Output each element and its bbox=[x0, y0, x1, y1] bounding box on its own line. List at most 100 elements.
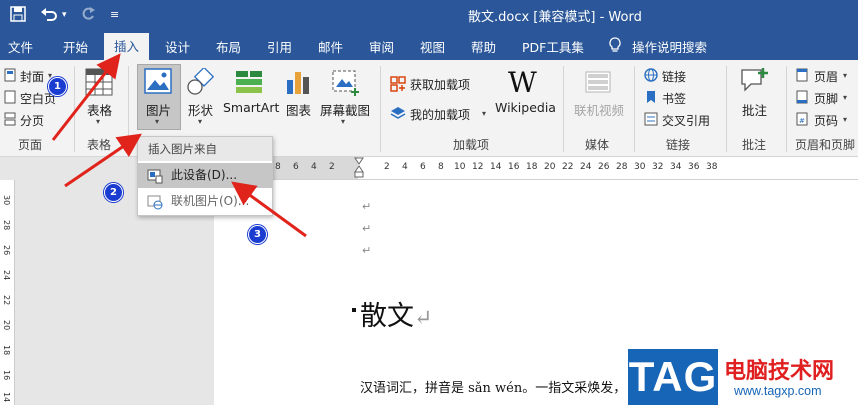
ruler-tick: 8 bbox=[438, 162, 444, 172]
chevron-down-icon[interactable]: ▾ bbox=[155, 117, 159, 126]
cover-page-button[interactable]: 封面 bbox=[20, 68, 44, 85]
chevron-down-icon[interactable]: ▾ bbox=[482, 109, 486, 118]
group-label-addins: 加载项 bbox=[453, 138, 490, 152]
insert-picture-menu: 插入图片来自 此设备(D)... 联机图片(O)... bbox=[137, 136, 273, 216]
ruler-tick: 4 bbox=[311, 162, 317, 172]
wikipedia-button[interactable]: Wikipedia bbox=[495, 100, 556, 115]
new-comment-button[interactable]: 批注 bbox=[742, 100, 767, 119]
ruler-tick: 26 bbox=[598, 162, 610, 172]
online-pictures-menu-item[interactable]: 联机图片(O)... bbox=[138, 189, 272, 214]
smartart-icon bbox=[234, 68, 264, 99]
divider bbox=[786, 66, 787, 152]
comment-icon bbox=[739, 66, 769, 99]
ruler-tick: 24 bbox=[2, 270, 11, 281]
bookmark-button[interactable]: 书签 bbox=[662, 90, 686, 107]
title-bar: ▾ ≡ 散文.docx [兼容模式] - Word bbox=[0, 0, 858, 30]
ruler-tick: 38 bbox=[706, 162, 718, 172]
chevron-down-icon[interactable]: ▾ bbox=[843, 93, 847, 102]
tab-file[interactable]: 文件 bbox=[8, 37, 33, 56]
ruler-tick: 6 bbox=[293, 162, 299, 172]
ruler-tick: 4 bbox=[402, 162, 408, 172]
divider bbox=[563, 66, 564, 152]
step-badge-3: 3 bbox=[248, 225, 267, 244]
header-button[interactable]: 页眉 bbox=[814, 68, 838, 85]
tab-references[interactable]: 引用 bbox=[267, 37, 292, 56]
undo-dropdown-icon[interactable]: ▾ bbox=[62, 6, 67, 24]
chevron-down-icon[interactable]: ▾ bbox=[198, 117, 202, 126]
logo-tag: TAG bbox=[628, 349, 718, 405]
chevron-down-icon[interactable]: ▾ bbox=[96, 117, 100, 126]
ruler-tick: 32 bbox=[652, 162, 664, 172]
logo-site-name: 电脑技术网 bbox=[724, 359, 835, 384]
this-device-menu-item[interactable]: 此设备(D)... bbox=[138, 163, 272, 188]
heading-text: 散文 bbox=[360, 301, 414, 332]
ruler-tick: 18 bbox=[526, 162, 538, 172]
header-icon bbox=[796, 68, 808, 85]
ruler-tick: 34 bbox=[670, 162, 682, 172]
ruler-tick: 8 bbox=[275, 162, 281, 172]
paragraph-mark: ↵ bbox=[362, 222, 372, 235]
chart-button[interactable]: 图表 bbox=[286, 100, 311, 119]
ruler-tick: 28 bbox=[2, 220, 11, 231]
group-label-tables: 表格 bbox=[87, 138, 112, 152]
page-break-button[interactable]: 分页 bbox=[20, 112, 44, 129]
link-icon bbox=[644, 68, 658, 85]
indent-marker-icon[interactable] bbox=[354, 157, 364, 182]
ruler-tick: 22 bbox=[2, 295, 11, 306]
ruler-tick: 6 bbox=[420, 162, 426, 172]
document-body-text[interactable]: 汉语词汇，拼音是 sǎn wén。一指文采焕发， bbox=[360, 377, 626, 396]
group-label-comments: 批注 bbox=[742, 138, 767, 152]
ruler-tick: 2 bbox=[384, 162, 390, 172]
get-addins-button[interactable]: 获取加载项 bbox=[410, 76, 470, 93]
step-badge-1: 1 bbox=[48, 77, 67, 96]
tab-pdf-tools[interactable]: PDF工具集 bbox=[522, 37, 584, 56]
page-number-icon: # bbox=[796, 112, 808, 129]
ruler-tick: 16 bbox=[508, 162, 520, 172]
tab-layout[interactable]: 布局 bbox=[216, 37, 241, 56]
divider bbox=[634, 66, 635, 152]
save-icon[interactable] bbox=[10, 6, 26, 27]
ruler-tick: 10 bbox=[454, 162, 466, 172]
document-heading[interactable]: 散文↵ bbox=[360, 294, 432, 333]
group-label-media: 媒体 bbox=[585, 138, 610, 152]
my-addins-icon bbox=[390, 106, 406, 125]
page-number-button[interactable]: 页码 bbox=[814, 112, 838, 129]
customize-qat-icon[interactable]: ≡ bbox=[110, 6, 119, 24]
tab-mailings[interactable]: 邮件 bbox=[318, 37, 343, 56]
tab-home[interactable]: 开始 bbox=[63, 37, 88, 56]
online-pictures-icon bbox=[147, 194, 163, 219]
ruler-tick: 16 bbox=[2, 370, 11, 381]
ruler-tick: 20 bbox=[544, 162, 556, 172]
wikipedia-icon: W bbox=[508, 66, 537, 99]
screenshot-icon bbox=[331, 68, 361, 99]
chevron-down-icon[interactable]: ▾ bbox=[341, 117, 345, 126]
divider bbox=[380, 66, 381, 152]
footer-button[interactable]: 页脚 bbox=[814, 90, 838, 107]
tab-review[interactable]: 审阅 bbox=[369, 37, 394, 56]
undo-icon[interactable] bbox=[40, 6, 58, 27]
cross-reference-icon bbox=[644, 112, 658, 129]
tab-insert[interactable]: 插入 bbox=[104, 33, 150, 63]
link-button[interactable]: 链接 bbox=[662, 68, 686, 85]
paragraph-mark: ↵ bbox=[362, 200, 372, 213]
table-icon bbox=[85, 68, 113, 99]
tell-me-search[interactable]: 操作说明搜索 bbox=[632, 37, 707, 56]
tab-design[interactable]: 设计 bbox=[165, 37, 190, 56]
chevron-down-icon[interactable]: ▾ bbox=[843, 115, 847, 124]
ruler-tick: 24 bbox=[580, 162, 592, 172]
ruler-tick: 30 bbox=[634, 162, 646, 172]
smartart-button[interactable]: SmartArt bbox=[223, 100, 279, 115]
this-device-label: 此设备(D)... bbox=[171, 168, 238, 182]
tab-view[interactable]: 视图 bbox=[420, 37, 445, 56]
cross-reference-button[interactable]: 交叉引用 bbox=[662, 112, 710, 129]
logo-url: www.tagxp.com bbox=[734, 384, 822, 398]
ruler-tick: 28 bbox=[616, 162, 628, 172]
redo-icon[interactable] bbox=[80, 6, 96, 27]
my-addins-button[interactable]: 我的加载项 bbox=[410, 106, 470, 123]
tab-help[interactable]: 帮助 bbox=[471, 37, 496, 56]
online-video-button[interactable]: 联机视频 bbox=[574, 100, 624, 119]
chevron-down-icon[interactable]: ▾ bbox=[843, 71, 847, 80]
ruler-tick: 12 bbox=[472, 162, 484, 172]
ruler-tick: 2 bbox=[329, 162, 335, 172]
group-label-links: 链接 bbox=[666, 138, 691, 152]
